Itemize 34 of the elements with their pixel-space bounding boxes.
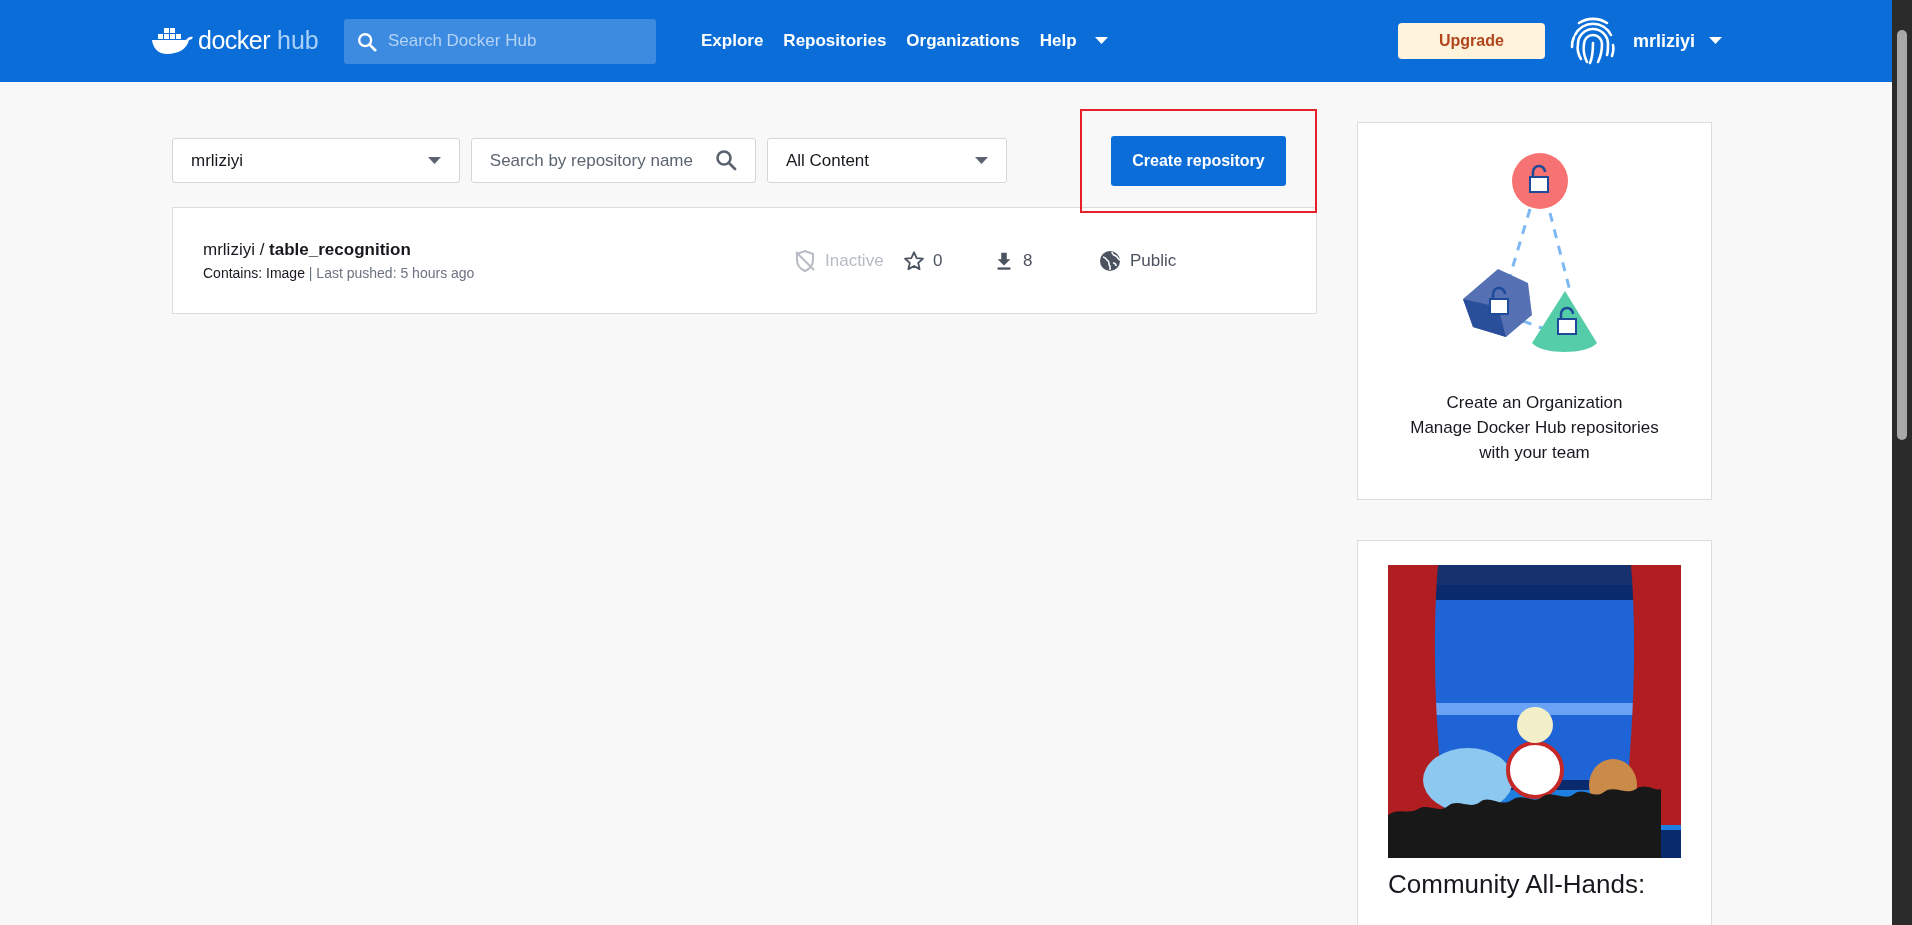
nav-link[interactable]: Help: [1039, 28, 1108, 54]
visibility-text: Public: [1130, 249, 1177, 272]
pull-count: 8: [1023, 249, 1033, 272]
upgrade-button[interactable]: Upgrade: [1397, 23, 1545, 59]
repository-content-type: Contains: Image: [203, 264, 305, 281]
caret-icon: [1094, 37, 1108, 45]
search-icon: [356, 30, 378, 53]
status-text: Inactive: [825, 249, 884, 272]
scrollbar[interactable]: [1892, 0, 1912, 925]
nav-link[interactable]: Organizations: [906, 28, 1020, 54]
namespace-select[interactable]: mrliziyi: [172, 138, 460, 183]
star-count: 0: [933, 249, 943, 272]
caret-icon: [427, 156, 441, 165]
promo-title: Community All-Hands:: [1388, 868, 1647, 900]
content-select[interactable]: All Content: [766, 138, 1007, 183]
star-icon: [903, 249, 925, 272]
search-icon: [713, 148, 738, 172]
organization-card-text: Create an Organization: [1445, 392, 1624, 414]
logo-text[interactable]: docker hub: [198, 22, 319, 60]
caret-icon: [975, 156, 988, 165]
search-field[interactable]: Search Docker Hub: [344, 18, 656, 64]
globe-icon: [1098, 248, 1122, 273]
username[interactable]: mrliziyi: [1632, 27, 1695, 55]
organization-card-text: Manage Docker Hub repositories: [1410, 417, 1659, 439]
nav-link[interactable]: Repositories: [783, 28, 887, 54]
create-repository-button[interactable]: Create repository: [1111, 135, 1286, 186]
repository-search-field[interactable]: Search by repository name: [470, 138, 756, 183]
last-pushed-text: | Last pushed: 5 hours ago: [308, 264, 475, 281]
whale-logo-icon: [150, 27, 194, 55]
repository-title[interactable]: mrliziyi / table_recognition: [203, 237, 793, 263]
nav-link[interactable]: Explore: [701, 28, 764, 54]
repository-row[interactable]: mrliziyi / table_recognition Contains: Image | Last pushed: 5 hours ago Inactive 0 8 Public: [172, 207, 1317, 314]
organization-card-text: with your team: [1478, 442, 1591, 464]
caret-icon: [1709, 37, 1722, 45]
